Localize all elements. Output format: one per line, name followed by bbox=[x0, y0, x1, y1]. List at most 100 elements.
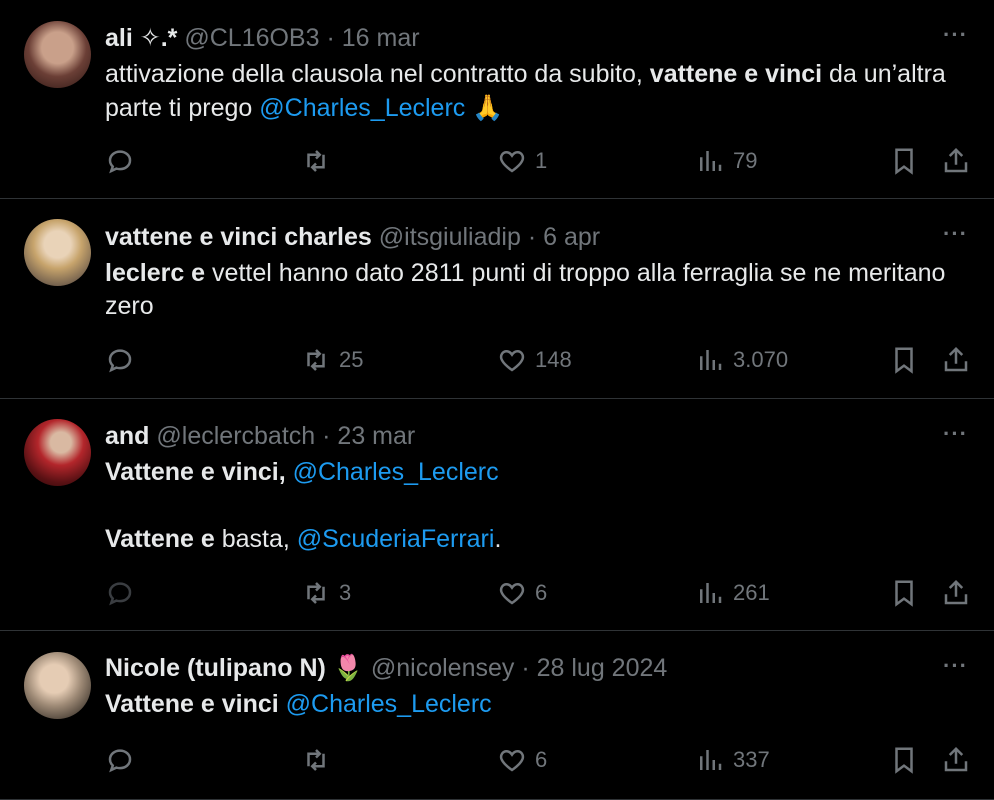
bookmark-button[interactable] bbox=[889, 344, 919, 376]
bookmark-icon bbox=[895, 747, 913, 774]
reply-button[interactable] bbox=[105, 145, 143, 177]
tweet-date[interactable]: 6 apr bbox=[543, 223, 600, 251]
display-name[interactable]: and bbox=[105, 422, 149, 450]
like-button[interactable]: 1 bbox=[497, 145, 547, 177]
user-handle[interactable]: @CL16OB3 bbox=[184, 24, 319, 52]
reply-icon bbox=[108, 582, 132, 606]
views-count: 3.070 bbox=[733, 347, 789, 372]
separator: · bbox=[527, 223, 537, 251]
action-bar: 3 6 261 bbox=[105, 577, 970, 609]
views-icon bbox=[700, 750, 722, 770]
retweet-button[interactable] bbox=[301, 145, 339, 177]
user-handle[interactable]: @nicolensey bbox=[371, 654, 515, 682]
retweet-icon bbox=[307, 749, 325, 771]
tweet-text: attivazione della clausola nel contratto… bbox=[105, 58, 970, 125]
pray-emoji: 🙏 bbox=[472, 93, 504, 122]
tweet-feed: ali ✧.* @CL16OB3 · 16 mar ··· attivazion… bbox=[0, 0, 994, 800]
tweet-date[interactable]: 23 mar bbox=[337, 422, 415, 450]
text-bold: vattene e vinci bbox=[649, 60, 823, 88]
display-name[interactable]: Nicole (tulipano N) bbox=[105, 654, 326, 682]
bookmark-button[interactable] bbox=[889, 145, 919, 177]
tweet-date[interactable]: 28 lug 2024 bbox=[537, 654, 668, 682]
views-button[interactable]: 261 bbox=[695, 577, 770, 609]
views-button[interactable]: 337 bbox=[695, 744, 770, 776]
share-button[interactable] bbox=[941, 577, 971, 609]
reply-button[interactable] bbox=[105, 344, 143, 376]
like-count: 1 bbox=[535, 148, 548, 173]
avatar[interactable] bbox=[24, 21, 91, 88]
views-icon bbox=[700, 151, 722, 171]
text-segment: . bbox=[494, 525, 502, 553]
tweet-text-line-1: Vattene e vinci, @Charles_Leclerc bbox=[105, 456, 970, 489]
more-options-icon[interactable]: ··· bbox=[943, 221, 968, 247]
reply-button[interactable] bbox=[105, 744, 143, 776]
bookmark-icon bbox=[895, 580, 913, 607]
mention-link[interactable]: @Charles_Leclerc bbox=[286, 690, 492, 718]
views-icon bbox=[700, 583, 722, 603]
like-icon bbox=[499, 749, 525, 772]
mention-link[interactable]: @Charles_Leclerc bbox=[259, 94, 465, 122]
user-handle[interactable]: @itsgiuliadip bbox=[379, 223, 521, 251]
retweet-button[interactable]: 25 bbox=[301, 344, 363, 376]
retweet-button[interactable] bbox=[301, 744, 339, 776]
bookmark-button[interactable] bbox=[889, 577, 919, 609]
tweet[interactable]: and @leclercbatch · 23 mar ··· Vattene e… bbox=[0, 399, 994, 631]
tulip-emoji: 🌷 bbox=[332, 653, 364, 682]
tweet-text: Vattene e vinci @Charles_Leclerc bbox=[105, 688, 970, 721]
bookmark-icon bbox=[895, 148, 913, 175]
avatar[interactable] bbox=[24, 219, 91, 286]
views-count: 337 bbox=[733, 747, 770, 772]
share-icon bbox=[944, 147, 968, 173]
avatar[interactable] bbox=[24, 419, 91, 486]
tweet[interactable]: Nicole (tulipano N) 🌷 @nicolensey · 28 l… bbox=[0, 631, 994, 800]
reply-icon bbox=[108, 349, 132, 373]
separator: · bbox=[521, 654, 530, 682]
like-button[interactable]: 148 bbox=[497, 344, 572, 376]
share-button[interactable] bbox=[941, 344, 971, 376]
action-bar: 6 337 bbox=[105, 744, 970, 776]
retweet-icon bbox=[307, 349, 325, 371]
tweet[interactable]: vattene e vinci charles @itsgiuliadip · … bbox=[0, 199, 994, 399]
views-button[interactable]: 79 bbox=[695, 145, 757, 177]
text-bold: Vattene e vinci, bbox=[105, 458, 293, 486]
separator: · bbox=[326, 24, 335, 52]
mention-link[interactable]: @ScuderiaFerrari bbox=[297, 525, 495, 553]
user-handle[interactable]: @leclercbatch bbox=[156, 422, 315, 450]
avatar[interactable] bbox=[24, 652, 91, 719]
more-options-icon[interactable]: ··· bbox=[943, 653, 968, 679]
tweet-header: and @leclercbatch · 23 mar bbox=[105, 420, 415, 452]
text-bold: Vattene e bbox=[105, 525, 215, 553]
views-button[interactable]: 3.070 bbox=[695, 344, 788, 376]
action-bar: 25 148 3.070 bbox=[105, 344, 970, 376]
share-icon bbox=[944, 346, 968, 372]
text-bold: Vattene e vinci bbox=[105, 690, 286, 718]
like-count: 148 bbox=[535, 347, 572, 372]
more-options-icon[interactable]: ··· bbox=[943, 421, 968, 447]
tweet-header: Nicole (tulipano N) 🌷 @nicolensey · 28 l… bbox=[105, 652, 667, 684]
share-button[interactable] bbox=[941, 145, 971, 177]
retweet-count: 25 bbox=[339, 347, 364, 372]
display-name[interactable]: vattene e vinci charles bbox=[105, 223, 372, 251]
retweet-button[interactable]: 3 bbox=[301, 577, 351, 609]
like-button[interactable]: 6 bbox=[497, 744, 547, 776]
reply-button[interactable] bbox=[105, 577, 143, 609]
mention-link[interactable]: @Charles_Leclerc bbox=[293, 458, 499, 486]
like-button[interactable]: 6 bbox=[497, 577, 547, 609]
share-button[interactable] bbox=[941, 744, 971, 776]
tweet[interactable]: ali ✧.* @CL16OB3 · 16 mar ··· attivazion… bbox=[0, 0, 994, 199]
text-segment: attivazione della clausola nel contratto… bbox=[105, 60, 650, 88]
reply-icon bbox=[108, 150, 132, 174]
text-segment: basta, bbox=[214, 525, 297, 553]
like-icon bbox=[499, 150, 525, 173]
display-name[interactable]: ali ✧.* bbox=[105, 24, 177, 52]
tweet-date[interactable]: 16 mar bbox=[342, 24, 420, 52]
more-options-icon[interactable]: ··· bbox=[943, 22, 968, 48]
tweet-text-line-2: Vattene e basta, @ScuderiaFerrari. bbox=[105, 523, 970, 556]
bookmark-button[interactable] bbox=[889, 744, 919, 776]
separator: · bbox=[322, 422, 331, 450]
like-icon bbox=[499, 582, 525, 605]
views-count: 261 bbox=[733, 580, 770, 605]
like-icon bbox=[499, 349, 525, 372]
tweet-text: leclerc e vettel hanno dato 2811 punti d… bbox=[105, 257, 970, 323]
action-bar: 1 79 bbox=[105, 145, 970, 177]
